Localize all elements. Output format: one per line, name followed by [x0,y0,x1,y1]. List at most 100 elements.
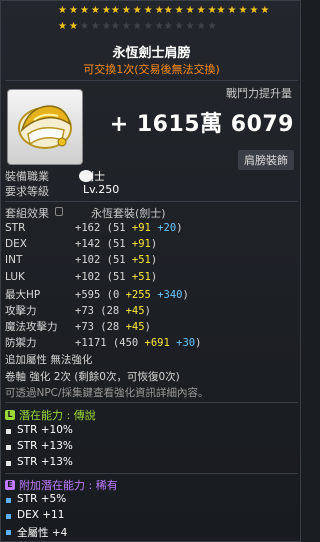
divider [5,402,298,403]
star-icon: ★ [68,5,78,16]
stat-scroll: +51 [125,254,151,267]
level-value: Lv.250 [83,183,120,196]
divider [5,473,298,474]
star-icon: ★ [163,21,173,32]
stat-scroll: +51 [125,270,151,283]
star-icon: ★ [216,5,226,16]
star-group: ★ ★ ★ ★ ★ [111,22,164,32]
stat-name: DEX [5,238,27,251]
stat-total: +102 [75,254,101,267]
combat-power-value: + 1615萬 6079 [109,112,294,137]
stat-close: ) [144,305,151,317]
stat-scroll: +45 [119,321,145,334]
star-icon: ★ [132,21,142,32]
potential-line: STR +5% [17,493,67,505]
extra-attr: 追加屬性 無法強化 [5,354,93,366]
stat-base: (51 [100,222,126,234]
trade-note: 可交換1次(交易後無法交換) [83,63,220,76]
stat-base: (51 [100,238,126,251]
star-group: ★ ★ ★ ★ ★ [111,6,164,16]
level-label: 要求等級 [5,185,49,198]
star-icon: ★ [163,5,173,16]
divider [5,80,298,81]
stat-scroll: +255 [119,288,151,301]
stat-row: STR +162 (51 +91 +20) [5,222,183,234]
star-group: ★ ★ ★ ★ ★ [58,22,111,32]
star-icon: ★ [185,21,195,32]
bullet-icon [6,514,11,519]
stat-base: (28 [93,321,120,334]
star-icon: ★ [110,5,120,16]
stat-scroll: +91 [125,222,151,234]
stat-scroll: +691 [138,337,170,350]
potential-label: 潛在能力 : 傳說 [19,409,96,422]
star-icon: ★ [260,5,270,16]
potential-line: STR +13% [17,440,73,452]
star-group: ★ ★ ★ ★ ★ [164,6,217,16]
stat-close: ) [150,270,158,283]
stat-base: (0 [100,288,120,301]
stat-row: DEX +142 (51 +91) [5,238,157,250]
stat-total: +102 [75,270,101,283]
additional-potential-header: E 附加潛在能力 : 稀有 [5,477,118,493]
stat-flame: +20 [150,222,177,234]
star-icon: ★ [68,21,78,32]
star-icon: ★ [154,21,164,32]
stat-close: ) [182,288,189,301]
stat-row: LUK +102 (51 +51) [5,271,157,283]
stat-close: ) [176,222,183,234]
potential-line: STR +10% [17,424,73,436]
star-icon: ★ [121,5,131,16]
stat-base: (28 [93,305,120,317]
star-icon: ★ [227,5,237,16]
stat-name: LUK [5,270,25,283]
stat-row: 攻擊力 +73 (28 +45) [5,303,151,318]
stat-name: 防禦力 [5,337,37,350]
star-icon: ★ [79,21,89,32]
star-icon: ★ [196,21,206,32]
potential-line: DEX +11 [17,509,65,521]
star-icon: ★ [143,21,153,32]
stat-total: +142 [75,238,101,251]
job-label: 裝備職業 [5,170,49,183]
stat-row: 魔法攻擊力 +73 (28 +45) [5,319,151,334]
bullet-icon [6,461,11,466]
stat-name: 最大HP [5,288,41,301]
star-group: ★ ★ ★ ★ ★ [217,6,270,16]
star-icon: ★ [101,5,111,16]
stat-total: +1171 [75,337,107,350]
star-group: ★ ★ ★ ★ ★ [58,6,111,16]
star-group: ★ ★ ★ ★ ★ [164,22,217,32]
star-icon: ★ [238,5,248,16]
stat-scroll: +45 [119,305,145,317]
stat-name: STR [5,222,26,234]
stat-row: INT +102 (51 +51) [5,254,157,266]
stat-close: ) [150,238,158,251]
star-icon: ★ [58,21,67,32]
stat-flame: +30 [169,337,196,350]
star-icon: ★ [196,5,206,16]
stat-base: (450 [106,337,139,350]
item-name: 永恆劍士肩膀 [112,46,191,61]
lock-icon [55,207,63,216]
star-icon: ★ [58,5,67,16]
potential-header: L 潛在能力 : 傳說 [5,407,96,423]
set-effect-label: 套組效果 [5,207,49,220]
star-icon: ★ [185,5,195,16]
combat-power-label: 戰鬥力提升量 [226,87,292,100]
divider [5,201,298,202]
potential-line: 全屬性 +4 [17,527,68,539]
stat-total: +73 [75,321,94,334]
stat-total: +162 [75,222,101,234]
star-icon: ★ [174,21,184,32]
star-icon: ★ [101,21,111,32]
stat-close: ) [195,337,202,350]
stat-close: ) [150,254,158,267]
npc-note: 可透過NPC/採集鍵查看強化資訊詳細內容。 [5,387,209,399]
rare-icon: E [5,480,15,490]
bullet-icon [6,530,11,535]
star-icon: ★ [174,5,184,16]
star-icon: ★ [79,5,89,16]
stat-close: ) [144,321,151,334]
stat-total: +595 [75,288,101,301]
